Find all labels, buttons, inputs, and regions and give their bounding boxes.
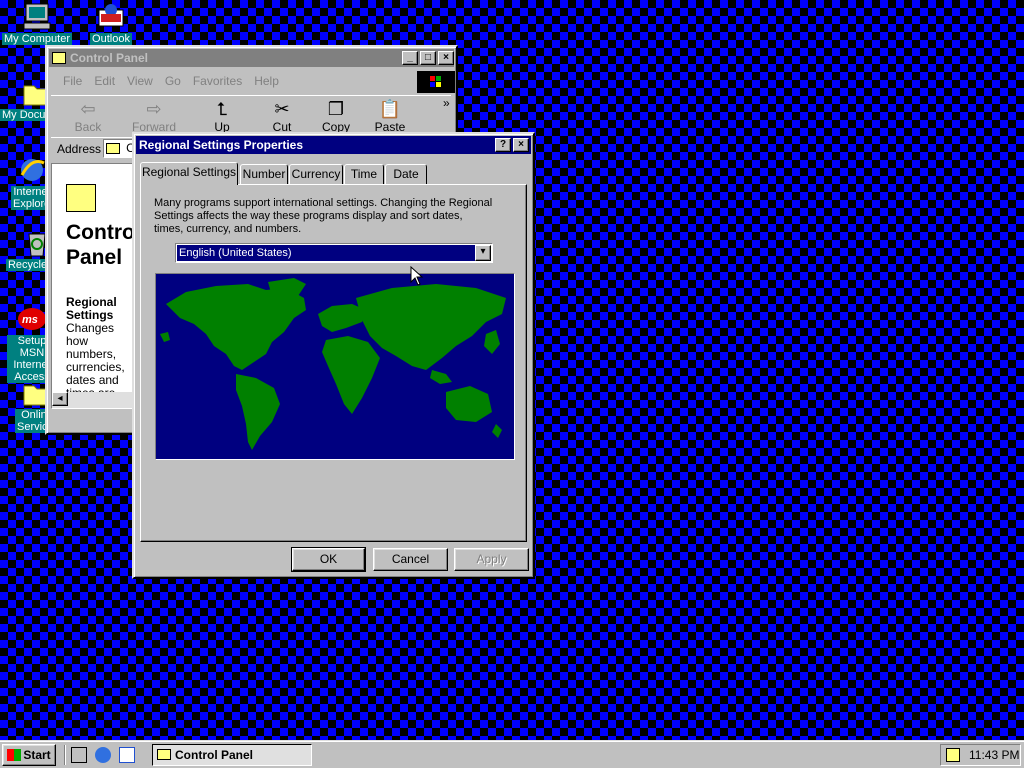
horizontal-scrollbar[interactable]: ◂ [52,392,136,408]
tab-label: Currency [291,167,341,181]
address-folder-icon [106,143,120,154]
forward-button[interactable]: ⇨ Forward [127,98,181,134]
tray-regional-icon[interactable] [946,748,960,762]
tab-label: Time [350,167,378,181]
ie-quicklaunch-icon[interactable] [95,747,111,763]
tab-strip: Regional Settings Number Currency Time D… [140,162,530,186]
description-text: Many programs support international sett… [154,197,493,235]
tab-currency[interactable]: Currency [289,164,343,184]
menu-favorites[interactable]: Favorites [193,74,242,88]
toolbar-chevron[interactable]: » [443,96,450,110]
locale-value: English (United States) [179,247,292,259]
close-button[interactable]: × [438,51,454,65]
toolbar: ⇦ Back ⇨ Forward ⮤ Up ✂ Cut ❐ Copy 📋 Pas… [51,95,451,135]
system-tray: 11:43 PM [940,744,1021,766]
task-folder-icon [157,749,171,760]
sidebar-title: Regional Settings [66,295,117,322]
quick-launch [64,745,142,765]
tab-time[interactable]: Time [344,164,384,184]
window-title: Control Panel [70,51,149,65]
desktop-icon-outlook[interactable]: Outlook [74,2,148,45]
start-label: Start [23,748,51,762]
up-folder-icon: ⮤ [216,99,228,119]
scissors-icon: ✂ [274,99,290,119]
desktop-icon-my-computer[interactable]: My Computer [0,2,74,45]
copy-icon: ❐ [327,99,345,119]
tab-label: Date [393,167,419,181]
scroll-left-button[interactable]: ◂ [52,392,68,406]
ok-label: OK [319,552,338,566]
apply-button[interactable]: Apply [454,548,529,571]
desktop-icon-label: My Computer [1,33,73,45]
apply-label: Apply [476,552,507,566]
forward-arrow-icon: ⇨ [146,99,162,119]
ie-icon [16,155,48,185]
tab-number[interactable]: Number [240,164,288,184]
up-button[interactable]: ⮤ Up [195,98,249,134]
tab-panel: Many programs support international sett… [140,184,527,542]
back-button[interactable]: ⇦ Back [61,98,115,134]
sidebar-text: Changes how numbers, currencies, dates a… [66,321,125,400]
back-arrow-icon: ⇦ [80,99,96,119]
msn-icon: ms [16,304,48,334]
control-panel-title-icon [52,52,66,64]
menu-go[interactable]: Go [165,74,181,88]
paste-button[interactable]: 📋 Paste [363,98,417,134]
address-label: Address [57,142,102,156]
tab-date[interactable]: Date [385,164,427,184]
cut-button[interactable]: ✂ Cut [255,98,309,134]
show-desktop-icon[interactable] [71,747,87,763]
windows-logo-icon [417,71,455,93]
close-button[interactable]: × [513,138,529,152]
dropdown-arrow-button[interactable]: ▾ [475,245,491,261]
copy-button[interactable]: ❐ Copy [309,98,363,134]
start-button[interactable]: Start [2,744,56,766]
ok-button[interactable]: OK [291,547,366,572]
menu-bar: File Edit View Go Favorites Help [51,71,279,91]
maximize-button[interactable]: □ [420,51,436,65]
menu-edit[interactable]: Edit [94,74,115,88]
menu-help[interactable]: Help [254,74,279,88]
page-title: Control Panel [66,221,141,269]
task-label: Control Panel [175,748,254,762]
clock[interactable]: 11:43 PM [969,748,1019,762]
menu-view[interactable]: View [127,74,153,88]
web-view-panel: Control Panel Regional Settings Changes … [52,164,141,400]
svg-text:ms: ms [22,314,38,326]
outlook-icon [95,2,127,32]
computer-icon [21,2,53,32]
dialog-title: Regional Settings Properties [139,138,304,152]
control-panel-banner-icon [66,184,96,212]
outlook-quicklaunch-icon[interactable] [119,747,135,763]
tab-label: Regional Settings [141,165,237,179]
tab-regional-settings[interactable]: Regional Settings [140,162,238,185]
locale-selected: English (United States) [177,245,475,261]
dialog-titlebar[interactable]: Regional Settings Properties ? × [136,136,531,154]
regional-settings-dialog[interactable]: Regional Settings Properties ? × Regiona… [132,132,535,579]
minimize-button[interactable]: _ [402,51,418,65]
taskbar: Start Control Panel 11:43 PM [0,740,1024,768]
toolbar-label: Back [74,120,102,134]
task-control-panel[interactable]: Control Panel [152,744,312,766]
windows-flag-icon [7,749,22,761]
control-panel-titlebar[interactable]: Control Panel _ □ × [49,49,454,67]
paste-icon: 📋 [378,99,402,119]
cancel-label: Cancel [391,552,430,566]
help-button[interactable]: ? [495,138,511,152]
world-map-image [160,278,506,450]
desktop-icon-label: Outlook [90,33,132,45]
menu-file[interactable]: File [63,74,82,88]
world-map [155,273,515,460]
tab-label: Number [242,167,286,181]
mouse-cursor [410,266,424,286]
cancel-button[interactable]: Cancel [373,548,448,571]
locale-dropdown[interactable]: English (United States) ▾ [175,243,493,263]
